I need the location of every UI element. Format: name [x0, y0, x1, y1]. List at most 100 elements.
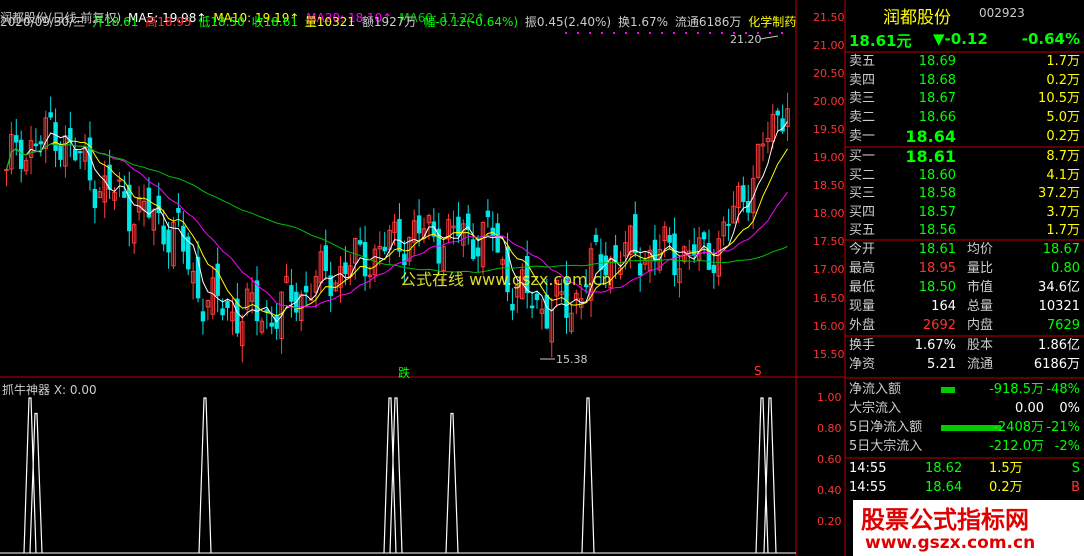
- ma5-line: [6, 121, 788, 323]
- candle-down: [215, 263, 220, 296]
- sell-level-row[interactable]: 卖四 18.68 0.2万: [845, 72, 1084, 90]
- flow-value: 0.00: [1015, 401, 1044, 416]
- buy-level-row[interactable]: 买一 18.61 8.7万: [845, 148, 1084, 166]
- level-label: 买二: [849, 167, 876, 183]
- level-price: 18.60: [918, 167, 956, 183]
- bar-float: 流通6186万: [674, 15, 742, 29]
- candle-down: [741, 185, 746, 203]
- candle-down: [706, 242, 712, 270]
- bar-change: 幅-0.12(-0.64%): [423, 15, 519, 29]
- indicator-spike: [445, 412, 459, 554]
- sell-level-row[interactable]: 卖五 18.69 1.7万: [845, 53, 1084, 71]
- level-price: 18.61: [905, 147, 956, 166]
- stat-value: 34.6亿: [1038, 280, 1080, 295]
- candle-down: [775, 110, 780, 116]
- candle-down: [33, 143, 39, 147]
- price-change: ▼-0.12: [933, 30, 988, 48]
- bar-open: 开18.61: [92, 15, 139, 29]
- bar-low: 低18.50: [198, 15, 245, 29]
- price-axis-label: 17.50: [813, 235, 845, 249]
- stat-label: 均价: [967, 242, 994, 257]
- price-axis-label: 18.00: [813, 207, 845, 221]
- candle-down: [77, 151, 83, 154]
- price-axis-label: 21.00: [813, 39, 845, 53]
- buy-level-row[interactable]: 买三 18.58 37.2万: [845, 185, 1084, 203]
- level-label: 买五: [849, 223, 876, 238]
- flow-pct: -48%: [1046, 382, 1080, 397]
- stat-label: 流通: [967, 357, 994, 372]
- candle-down: [637, 263, 643, 276]
- candle-up: [4, 169, 9, 172]
- tick-price: 18.64: [925, 480, 963, 495]
- candle-down: [38, 141, 44, 145]
- sell-level-row[interactable]: 卖二 18.66 5.0万: [845, 109, 1084, 127]
- flow-bar: [941, 387, 955, 393]
- bar-date: 2020/09/30/三: [0, 15, 86, 29]
- flow-bar: [941, 425, 1001, 431]
- candle-down: [529, 305, 535, 309]
- stat-row: 净资 5.21 流通 6186万: [845, 356, 1084, 374]
- candle-down: [195, 256, 201, 299]
- candle-down: [701, 232, 707, 240]
- level-price: 18.57: [918, 204, 956, 220]
- level-price: 18.67: [918, 91, 956, 107]
- candle-down: [269, 322, 274, 327]
- flow-pct: 0%: [1059, 401, 1080, 416]
- flow-value: -918.5万: [989, 382, 1044, 397]
- buy-level-row[interactable]: 买二 18.60 4.1万: [845, 167, 1084, 185]
- last-price: 18.61元: [849, 32, 912, 50]
- bar-close: 收18.61: [251, 15, 298, 29]
- level-price: 18.66: [918, 110, 956, 126]
- site-watermark: 股票公式指标网 www.gszx.com.cn: [853, 500, 1084, 556]
- candle-down: [470, 239, 476, 260]
- candle-down: [613, 245, 618, 263]
- price-axis-label: 18.50: [813, 179, 845, 193]
- stat-value: 7629: [1046, 318, 1080, 333]
- price-axis-label: 17.00: [813, 263, 845, 277]
- bar-volume: 量10321: [304, 15, 355, 29]
- candle-down: [726, 223, 731, 226]
- candle-down: [343, 262, 348, 275]
- level-volume: 1.7万: [1046, 223, 1080, 238]
- candle-down: [14, 135, 19, 143]
- candle-down: [200, 311, 206, 322]
- level-price: 18.68: [918, 72, 956, 88]
- level-label: 买一: [849, 149, 876, 164]
- candle-down: [534, 293, 540, 301]
- sell-level-row[interactable]: 卖三 18.67 10.5万: [845, 90, 1084, 108]
- price-change-pct: -0.64%: [1021, 30, 1080, 48]
- sector-label[interactable]: 化学制药: [748, 15, 796, 29]
- tick-time: 14:55: [849, 461, 887, 476]
- level-label: 买四: [849, 204, 876, 220]
- candle-down: [510, 303, 515, 311]
- s-marker: S: [754, 364, 762, 378]
- stat-value: 10321: [1038, 299, 1080, 314]
- stat-label: 内盘: [967, 318, 994, 333]
- flow-row: 大宗流入 0.00 0%: [845, 400, 1084, 418]
- candle-down: [176, 207, 181, 213]
- candle-up: [117, 179, 122, 182]
- level-volume: 8.7万: [1046, 149, 1080, 164]
- candle-down: [289, 285, 294, 302]
- stat-value: 1.67%: [914, 338, 956, 353]
- candle-down: [48, 112, 53, 118]
- sell-level-row[interactable]: 卖一 18.64 0.2万: [845, 127, 1084, 146]
- level-volume: 10.5万: [1038, 91, 1080, 107]
- level-price: 18.56: [918, 223, 956, 238]
- bar-amount: 额1927万: [361, 15, 417, 29]
- stock-name: 润都股份: [883, 8, 951, 28]
- level-label: 卖一: [849, 128, 876, 144]
- level-volume: 0.2万: [1046, 72, 1080, 88]
- flow-row: 净流入额 -918.5万 -48%: [845, 381, 1084, 399]
- price-axis-label: 19.00: [813, 151, 845, 165]
- flow-value: -212.0万: [989, 439, 1044, 454]
- flow-value: -2408万: [993, 420, 1044, 435]
- buy-level-row[interactable]: 买五 18.56 1.7万: [845, 222, 1084, 240]
- buy-level-row[interactable]: 买四 18.57 3.7万: [845, 204, 1084, 222]
- candle-down: [303, 285, 309, 293]
- bar-turnover: 换1.67%: [617, 15, 669, 29]
- stat-label: 换手: [849, 338, 876, 353]
- low-annotation: 15.38: [556, 353, 588, 366]
- level-volume: 3.7万: [1046, 204, 1080, 220]
- candle-down: [166, 229, 171, 253]
